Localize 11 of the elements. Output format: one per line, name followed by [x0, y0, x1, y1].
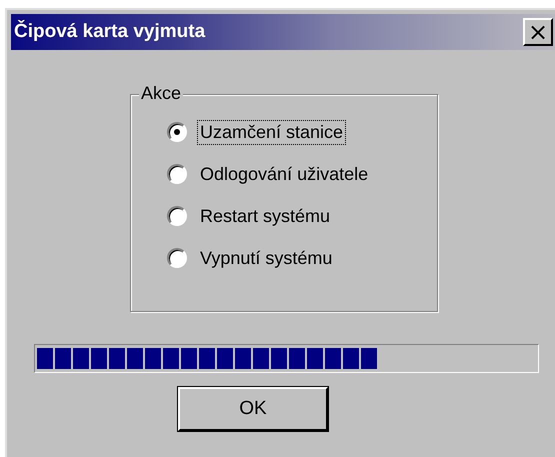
radio-button[interactable]: [167, 164, 187, 184]
window-title: Čipová karta vyjmuta: [14, 21, 206, 43]
option-label[interactable]: Uzamčení stanice: [197, 120, 346, 144]
radio-button[interactable]: [167, 122, 187, 142]
radio-button[interactable]: [167, 248, 187, 268]
option-label[interactable]: Odlogování uživatele: [197, 162, 372, 186]
ok-button[interactable]: OK: [178, 387, 328, 431]
radio-button[interactable]: [167, 206, 187, 226]
close-button[interactable]: ×: [523, 18, 553, 46]
option-label[interactable]: Restart systému: [197, 204, 334, 228]
option-label[interactable]: Vypnutí systému: [197, 246, 336, 270]
